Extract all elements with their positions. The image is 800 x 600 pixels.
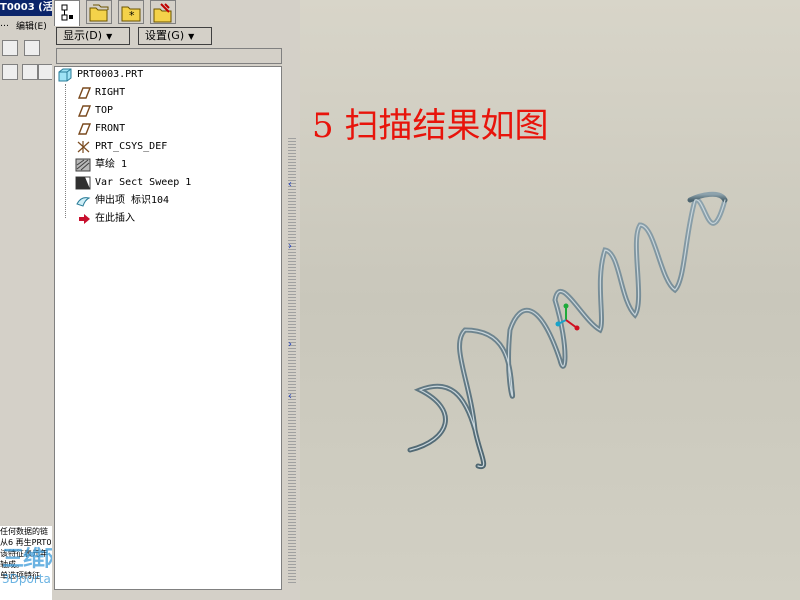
sash-grip[interactable] [288,138,296,584]
tab-favorites[interactable]: * [118,0,144,24]
model-tree-icon [61,4,73,21]
window-title: T0003 (活动 [0,0,52,16]
tree-node-label: RIGHT [95,87,126,98]
datum-plane-icon [77,87,91,99]
tree-connector [65,84,66,218]
datum-plane-icon [77,105,91,117]
model-tree: PRT0003.PRT RIGHT TOP FRONT PRT_CSYS_DEF [54,66,282,590]
part-icon [58,68,72,82]
panel-sash[interactable]: ‹ › › ‹ [286,0,300,600]
tab-folder-browser[interactable] [86,0,112,24]
tree-node-label: Var Sect Sweep 1 [95,177,192,188]
layer-icon[interactable] [22,64,38,80]
connections-icon [153,3,172,23]
tree-node-label: PRT_CSYS_DEF [95,141,168,152]
favorites-icon: * [121,6,141,22]
tree-node-label: 伸出项 标识104 [95,195,170,206]
expand-right-icon[interactable]: › [288,340,298,350]
regenerate-icon[interactable] [2,40,18,56]
new-file-icon[interactable] [24,40,40,56]
model-tree-panel: 显示(D) ▼ 设置(G) ▼ PRT0003.PRT RIGHT TOP FR… [52,26,286,594]
collapse-left-icon[interactable]: ‹ [288,392,298,402]
show-menu-button[interactable]: 显示(D) ▼ [56,27,130,45]
chevron-down-icon: ▼ [188,32,195,41]
expand-right-icon[interactable]: › [288,242,298,252]
settings-menu-button[interactable]: 设置(G) ▼ [138,27,212,45]
graphics-window[interactable]: 5 扫描结果如图 [300,0,800,600]
collapse-left-icon[interactable]: ‹ [288,180,298,190]
folder-icon [89,4,109,22]
csys-icon [77,141,90,153]
navigator-tabs: * [52,0,300,26]
message-line: 任何数据的链 [0,527,48,536]
left-toolbar-strip: T0003 (活动 … 编辑(E) 任何数据的链 从6 再生PRT0 该特征表元… [0,0,52,600]
menu-item-edit[interactable]: 编辑(E) [16,19,47,32]
protrusion-icon [76,197,91,207]
tab-model-tree[interactable] [54,0,80,26]
view-manager-icon[interactable] [2,64,18,80]
settings-menu-label: 设置(G) [145,29,185,42]
tree-node-label: TOP [95,105,114,116]
menu-item-window[interactable]: … [0,19,9,29]
tree-node-label: 草绘 1 [95,159,128,170]
svg-text:*: * [129,9,135,22]
insert-here-icon [79,214,90,224]
tree-node-label: PRT0003.PRT [77,69,144,80]
tree-node-label: 在此插入 [95,213,135,224]
sweep-icon [75,176,91,190]
tab-connections[interactable] [150,0,176,24]
spring-model[interactable] [300,0,800,600]
helix-sweep [407,191,728,470]
tree-filter-bar[interactable] [56,48,282,64]
show-menu-label: 显示(D) [63,29,103,42]
sketch-icon [75,158,91,172]
chevron-down-icon: ▼ [106,32,113,41]
datum-plane-icon [77,123,91,135]
tree-node-label: FRONT [95,123,126,134]
settings-icon[interactable] [38,64,52,80]
